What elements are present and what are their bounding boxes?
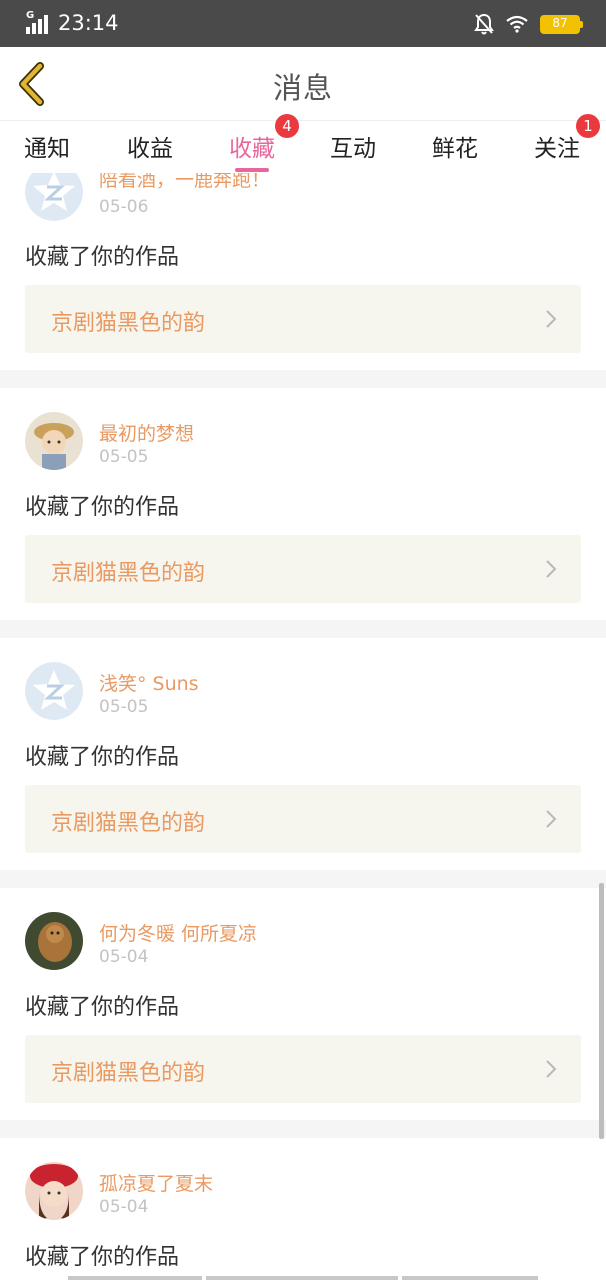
divider	[0, 620, 606, 638]
chevron-right-icon	[546, 1060, 557, 1078]
work-link[interactable]: 京剧猫黑色的韵	[25, 285, 581, 353]
tab-following[interactable]: 关注 1	[534, 114, 600, 173]
tab-flowers[interactable]: 鲜花	[432, 129, 478, 173]
divider	[0, 370, 606, 388]
default-avatar-icon[interactable]	[25, 173, 83, 221]
list-item: 何为冬暖 何所夏凉 05-04 收藏了你的作品 京剧猫黑色的韵	[0, 888, 606, 1120]
network-type: G	[26, 10, 35, 21]
tab-label: 鲜花	[432, 136, 478, 162]
username[interactable]: 何为冬暖 何所夏凉	[99, 919, 257, 946]
title-bar: 消息	[0, 47, 606, 121]
date: 05-05	[99, 697, 149, 717]
tab-label: 收藏	[229, 136, 275, 162]
action-text: 收藏了你的作品	[25, 495, 180, 520]
username[interactable]: 浅笑° Suns	[99, 669, 199, 696]
action-text: 收藏了你的作品	[25, 745, 180, 770]
signal-icon: G	[26, 10, 52, 34]
nav-indicator	[68, 1276, 202, 1280]
battery-level: 87	[552, 15, 568, 30]
scrollbar[interactable]	[599, 883, 604, 1139]
action-text: 收藏了你的作品	[25, 1245, 180, 1270]
tab-interactions[interactable]: 互动	[330, 129, 376, 173]
tab-label: 通知	[24, 136, 70, 162]
work-link[interactable]: 京剧猫黑色的韵	[25, 785, 581, 853]
tab-earnings[interactable]: 收益	[127, 129, 173, 173]
tab-notifications[interactable]: 通知	[24, 129, 70, 173]
date: 05-04	[99, 947, 149, 967]
tab-bar: 通知 收益 收藏 4 互动 鲜花 关注 1	[0, 114, 606, 173]
action-text: 收藏了你的作品	[25, 245, 180, 270]
tab-badge: 1	[576, 114, 600, 138]
default-avatar-icon[interactable]	[25, 662, 83, 720]
bell-muted-icon	[474, 13, 494, 35]
active-tab-indicator	[235, 168, 269, 172]
divider	[0, 870, 606, 888]
tab-badge: 4	[275, 114, 299, 138]
nav-indicator	[402, 1276, 538, 1280]
divider	[0, 1120, 606, 1138]
user-avatar-photo[interactable]	[25, 412, 83, 470]
status-time: 23:14	[58, 11, 119, 35]
tab-label: 收益	[127, 136, 173, 162]
status-bar: G 23:14 87	[0, 0, 606, 47]
work-link[interactable]: 京剧猫黑色的韵	[25, 1035, 581, 1103]
notification-list[interactable]: 陪看酒，一鹿奔跑！ 05-06 收藏了你的作品 京剧猫黑色的韵 最初的梦想 05…	[0, 173, 606, 1280]
work-title: 京剧猫黑色的韵	[51, 311, 206, 336]
nav-indicator	[206, 1276, 398, 1280]
user-avatar-photo[interactable]	[25, 1162, 83, 1220]
username[interactable]: 陪看酒，一鹿奔跑！	[99, 173, 270, 192]
wifi-icon	[506, 15, 528, 33]
action-text: 收藏了你的作品	[25, 995, 180, 1020]
work-title: 京剧猫黑色的韵	[51, 561, 206, 586]
work-title: 京剧猫黑色的韵	[51, 1061, 206, 1086]
tab-favorites[interactable]: 收藏 4	[229, 114, 299, 173]
battery-icon: 87	[540, 14, 583, 34]
username[interactable]: 孤凉夏了夏末	[99, 1169, 213, 1196]
user-avatar-photo[interactable]	[25, 912, 83, 970]
list-item: 浅笑° Suns 05-05 收藏了你的作品 京剧猫黑色的韵	[0, 638, 606, 870]
list-item: 最初的梦想 05-05 收藏了你的作品 京剧猫黑色的韵	[0, 388, 606, 620]
work-title: 京剧猫黑色的韵	[51, 811, 206, 836]
chevron-right-icon	[546, 310, 557, 328]
work-link[interactable]: 京剧猫黑色的韵	[25, 535, 581, 603]
username[interactable]: 最初的梦想	[99, 419, 194, 446]
chevron-right-icon	[546, 560, 557, 578]
chevron-right-icon	[546, 810, 557, 828]
tab-label: 互动	[330, 136, 376, 162]
list-item: 孤凉夏了夏末 05-04 收藏了你的作品	[0, 1138, 606, 1280]
date: 05-06	[99, 197, 149, 217]
date: 05-04	[99, 1197, 149, 1217]
page-title: 消息	[272, 71, 333, 105]
list-item: 陪看酒，一鹿奔跑！ 05-06 收藏了你的作品 京剧猫黑色的韵	[0, 173, 606, 370]
tab-label: 关注	[534, 136, 580, 162]
date: 05-05	[99, 447, 149, 467]
